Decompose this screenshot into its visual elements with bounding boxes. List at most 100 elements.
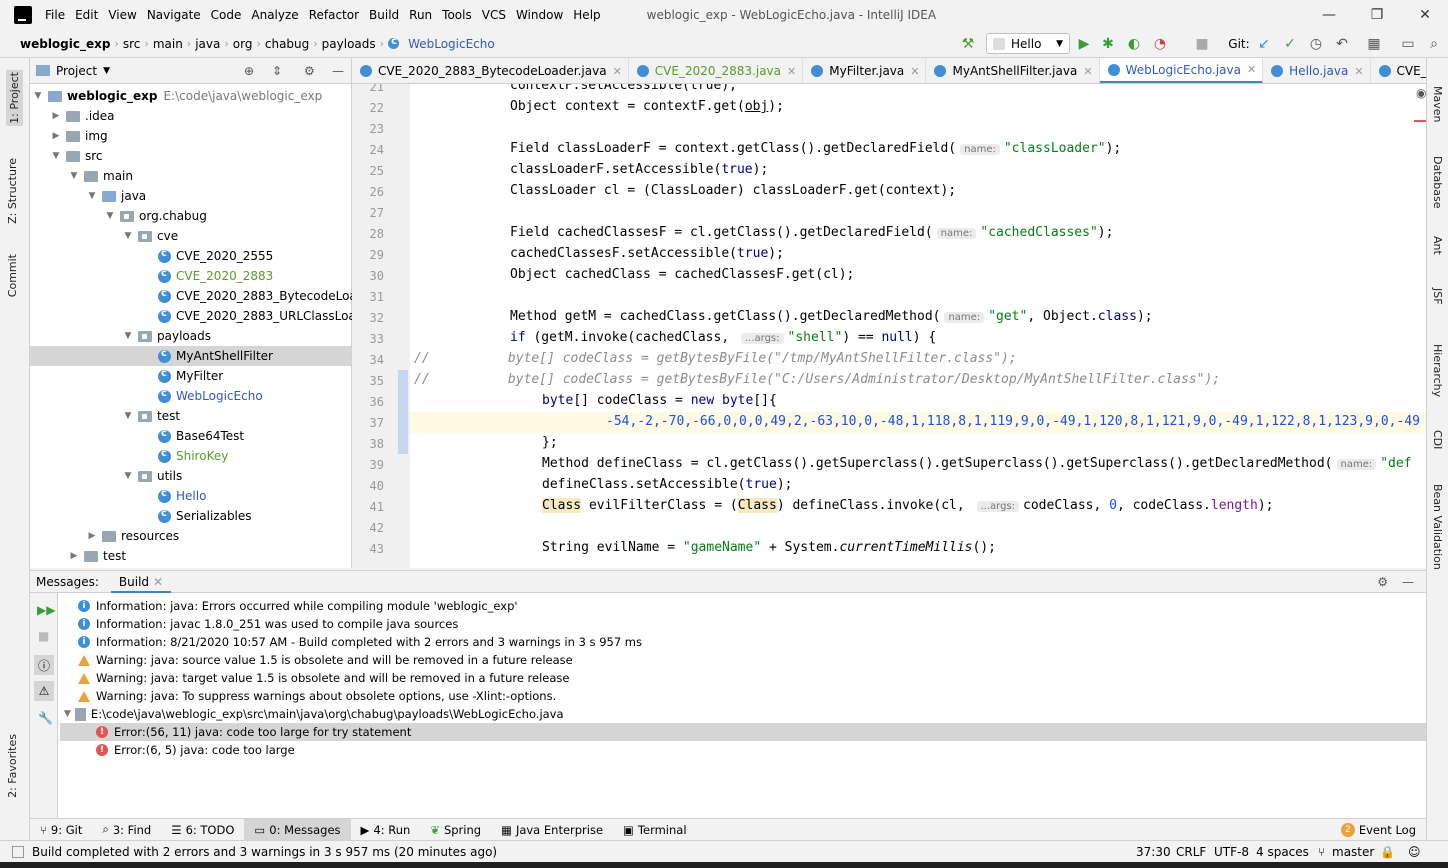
close-tab-icon[interactable]: ✕ xyxy=(613,65,622,78)
expand-arrow-icon[interactable]: ▼ xyxy=(122,471,134,481)
collapsed-arrow-icon[interactable]: ▶ xyxy=(86,531,98,541)
message-warning[interactable]: Warning: java: source value 1.5 is obsol… xyxy=(78,651,573,669)
breadcrumb-main[interactable]: main xyxy=(149,37,187,51)
minimize-icon[interactable]: — xyxy=(1306,0,1352,30)
menu-run[interactable]: Run xyxy=(404,0,437,30)
message-warning[interactable]: Warning: java: To suppress warnings abou… xyxy=(78,687,556,705)
tree-item[interactable]: ShiroKey xyxy=(158,446,228,466)
expand-arrow-icon[interactable]: ▼ xyxy=(68,171,80,181)
status-message[interactable]: Build completed with 2 errors and 3 warn… xyxy=(32,845,497,859)
tool-tab-messages[interactable]: ▭ 0: Messages xyxy=(244,818,351,841)
indent-setting[interactable]: 4 spaces xyxy=(1256,845,1309,859)
close-tab-icon[interactable]: ✕ xyxy=(787,65,796,78)
tool-tab-todo[interactable]: ☰ 6: TODO xyxy=(161,819,244,841)
file-encoding[interactable]: UTF-8 xyxy=(1214,845,1249,859)
close-tab-icon[interactable]: ✕ xyxy=(153,575,163,589)
show-info-icon[interactable]: ⓘ xyxy=(34,655,54,675)
tree-item[interactable]: Hello xyxy=(158,486,206,506)
tree-item[interactable]: ▼ java xyxy=(86,186,147,206)
expand-arrow-icon[interactable]: ▼ xyxy=(122,331,134,341)
tree-item[interactable]: CVE_2020_2555 xyxy=(158,246,273,266)
breadcrumb-project[interactable]: weblogic_exp xyxy=(16,37,114,51)
expand-arrow-icon[interactable]: ▼ xyxy=(64,709,71,719)
close-tab-icon[interactable]: ✕ xyxy=(1247,63,1256,76)
tree-item[interactable]: ▼ test xyxy=(122,406,181,426)
collapsed-arrow-icon[interactable]: ▶ xyxy=(50,131,62,141)
gear-icon[interactable]: ⚙ xyxy=(304,64,315,78)
message-warning[interactable]: Warning: java: target value 1.5 is obsol… xyxy=(78,669,570,687)
close-icon[interactable]: ✕ xyxy=(1402,0,1448,30)
menu-vcs[interactable]: VCS xyxy=(477,0,511,30)
tree-item[interactable]: CVE_2020_2883 xyxy=(158,266,273,286)
breadcrumb-weblogicecho[interactable]: WebLogicEcho xyxy=(404,37,499,51)
tree-item[interactable]: ▶ img xyxy=(50,126,108,146)
tab-myfilter[interactable]: MyFilter.java ✕ xyxy=(803,58,927,83)
tool-window-cdi[interactable]: CDI xyxy=(1431,430,1444,449)
tab-cve-2020-2883-u[interactable]: CVE_2020_2883_U xyxy=(1371,58,1426,83)
gear-icon[interactable]: ⚙ xyxy=(1377,575,1388,589)
message-error[interactable]: ! Error:(6, 5) java: code too large xyxy=(96,741,295,759)
locate-icon[interactable]: ⊕ xyxy=(244,64,254,78)
tree-item[interactable]: ▼ cve xyxy=(122,226,179,246)
expand-arrow-icon[interactable]: ▼ xyxy=(122,411,134,421)
breadcrumb-src[interactable]: src xyxy=(119,37,145,51)
menu-window[interactable]: Window xyxy=(511,0,568,30)
tree-item[interactable]: ▶ resources xyxy=(86,526,180,546)
message-info[interactable]: i Information: java: Errors occurred whil… xyxy=(78,597,518,615)
tool-tab-find[interactable]: ⌕ 3: Find xyxy=(92,819,161,841)
run-icon[interactable]: ▶ xyxy=(1074,34,1094,54)
wrench-icon[interactable]: 🔧 xyxy=(38,711,53,725)
message-file[interactable]: ▼ E:\code\java\weblogic_exp\src\main\java… xyxy=(64,705,564,723)
tree-item[interactable]: Serializables xyxy=(158,506,252,526)
tree-item-selected[interactable]: MyAntShellFilter xyxy=(30,346,351,366)
expand-arrow-icon[interactable]: ▼ xyxy=(122,231,134,241)
debug-icon[interactable]: ✱ xyxy=(1098,34,1118,54)
tab-weblogicecho[interactable]: WebLogicEcho.java ✕ xyxy=(1099,58,1264,83)
coverage-icon[interactable]: ◐ xyxy=(1124,34,1144,54)
expand-arrow-icon[interactable]: ▼ xyxy=(50,151,62,161)
profile-icon[interactable]: ◔ xyxy=(1150,34,1170,54)
tool-tab-terminal[interactable]: ▣ Terminal xyxy=(613,819,696,841)
breadcrumb-java[interactable]: java xyxy=(191,37,224,51)
line-separator[interactable]: CRLF xyxy=(1176,845,1206,859)
tree-item[interactable]: ▼ src xyxy=(50,146,103,166)
git-rollback-icon[interactable]: ↶ xyxy=(1332,34,1352,54)
tree-item[interactable]: CVE_2020_2883_URLClassLoade xyxy=(158,306,371,326)
expand-arrow-icon[interactable]: ▼ xyxy=(86,191,98,201)
tool-tab-git[interactable]: ⑂ 9: Git xyxy=(30,819,92,841)
tool-tab-run[interactable]: ▶ 4: Run xyxy=(351,819,421,841)
hammer-build-icon[interactable]: ⚒ xyxy=(958,34,978,54)
message-info[interactable]: i Information: javac 1.8.0_251 was used t… xyxy=(78,615,458,633)
tree-item[interactable]: WebLogicEcho xyxy=(158,386,263,406)
show-warnings-icon[interactable]: ⚠ xyxy=(34,681,54,701)
tree-item[interactable]: ▼ main xyxy=(68,166,133,186)
git-history-icon[interactable]: ◷ xyxy=(1306,34,1326,54)
run-configuration-select[interactable]: Hello ▼ xyxy=(986,33,1070,54)
tree-root[interactable]: ▼ weblogic_exp E:\code\java\weblogic_exp xyxy=(32,86,323,106)
menu-analyze[interactable]: Analyze xyxy=(246,0,303,30)
lock-icon[interactable]: 🔒 xyxy=(1380,845,1395,859)
search-everywhere-icon[interactable]: ⌕ xyxy=(1424,34,1444,54)
menu-refactor[interactable]: Refactor xyxy=(304,0,364,30)
stop-icon[interactable]: ■ xyxy=(1192,34,1212,54)
stop-icon[interactable]: ■ xyxy=(38,629,49,643)
tree-item[interactable]: ▶ test xyxy=(68,546,127,566)
hide-icon[interactable]: — xyxy=(1402,575,1414,589)
error-stripe[interactable] xyxy=(1414,120,1426,122)
close-tab-icon[interactable]: ✕ xyxy=(1354,65,1363,78)
project-view-label[interactable]: Project xyxy=(56,64,97,78)
menu-build[interactable]: Build xyxy=(364,0,404,30)
tree-item[interactable]: ▼ utils xyxy=(122,466,183,486)
collapsed-arrow-icon[interactable]: ▶ xyxy=(50,111,62,121)
message-info[interactable]: i Information: 8/21/2020 10:57 AM - Build… xyxy=(78,633,642,651)
breadcrumb-chabug[interactable]: chabug xyxy=(261,37,313,51)
menu-file[interactable]: File xyxy=(40,0,70,30)
project-structure-icon[interactable]: ▦ xyxy=(1364,34,1384,54)
tool-window-ant[interactable]: Ant xyxy=(1431,236,1444,255)
collapsed-arrow-icon[interactable]: ▶ xyxy=(68,551,80,561)
maximize-icon[interactable]: ❐ xyxy=(1354,0,1400,30)
menu-help[interactable]: Help xyxy=(568,0,605,30)
editor-scrollbar[interactable] xyxy=(1412,84,1426,568)
git-update-icon[interactable]: ↙ xyxy=(1254,34,1274,54)
tool-window-favorites[interactable]: 2: Favorites xyxy=(6,734,19,798)
